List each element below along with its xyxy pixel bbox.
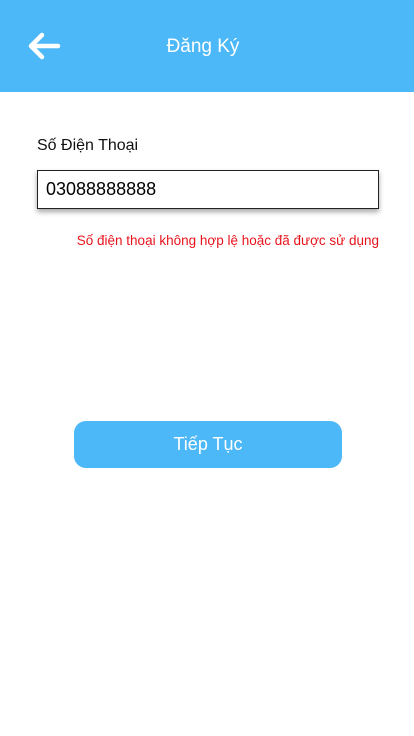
app-header: Đăng Ký <box>0 0 414 92</box>
phone-field-label: Số Điện Thoại <box>37 137 139 154</box>
continue-button[interactable]: Tiếp Tục <box>74 421 342 468</box>
phone-number-input[interactable] <box>37 170 379 209</box>
register-screen: Đăng Ký Số Điện Thoại Số điện thoại khôn… <box>0 0 414 736</box>
phone-error-message: Số điện thoại không hợp lệ hoặc đã được … <box>76 233 379 248</box>
page-title: Đăng Ký <box>166 36 240 57</box>
